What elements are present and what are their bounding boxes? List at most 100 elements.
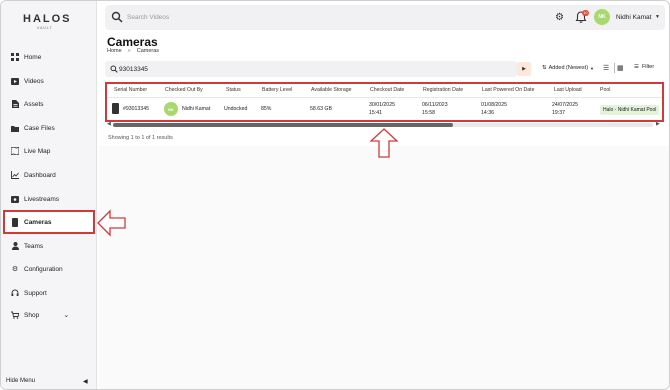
camera-search-box: [105, 61, 517, 77]
avatar: NK: [164, 102, 178, 116]
sidebar-item-live-map[interactable]: Live Map: [11, 142, 50, 160]
column-header-storage[interactable]: Available Storage: [311, 87, 352, 93]
sidebar-item-label: Live Map: [24, 147, 51, 155]
column-header-battery[interactable]: Battery Level: [262, 87, 292, 93]
column-header-checkout-date[interactable]: Checkout Date: [370, 87, 404, 93]
sort-label: Added (Newest): [548, 65, 589, 71]
column-header-status[interactable]: Status: [226, 87, 241, 93]
sidebar-item-shop[interactable]: Shop ⌄: [11, 306, 69, 324]
broadcast-icon: [11, 195, 19, 203]
sidebar-item-livestreams[interactable]: Livestreams: [11, 190, 59, 208]
headset-icon: [11, 289, 19, 297]
sidebar-item-home[interactable]: Home: [11, 48, 41, 66]
user-name[interactable]: Nidhi Kamat: [616, 14, 651, 21]
scroll-right-icon[interactable]: ▶: [656, 121, 660, 127]
scroll-left-icon[interactable]: ◀: [107, 121, 111, 127]
column-header-serial[interactable]: Serial Number: [114, 87, 147, 93]
brand-name: HALOS: [23, 13, 72, 25]
chevron-down-icon[interactable]: ⌄: [63, 311, 69, 319]
sidebar-item-label: Shop: [24, 311, 40, 319]
notification-badge: 10: [582, 10, 589, 16]
list-view-icon[interactable]: ☰: [603, 64, 609, 72]
video-icon: [11, 77, 19, 85]
column-header-last-powered[interactable]: Last Powered On Date: [482, 87, 534, 93]
cell-checkout-date: 30/01/2025: [369, 102, 395, 108]
empty-area: [99, 146, 669, 389]
gear-icon: ⚙: [11, 266, 19, 273]
filter-label: Filter: [641, 64, 655, 70]
map-icon: [11, 147, 19, 155]
cell-last-powered-date: 01/08/2025: [481, 102, 507, 108]
camera-device-icon: [11, 217, 19, 227]
cart-icon: [11, 311, 19, 319]
collapse-arrow-icon[interactable]: ◀: [83, 378, 88, 385]
cell-last-upload-time: 19:37: [552, 110, 565, 116]
sidebar-item-teams[interactable]: Teams: [11, 237, 43, 255]
header-divider: [107, 97, 662, 98]
sidebar-item-cameras[interactable]: Cameras: [3, 210, 95, 234]
sidebar-item-label: Case Files: [24, 124, 55, 132]
up-arrow-annotation: [370, 128, 398, 158]
app-window: HALOS VAULT Home Videos Assets Case File…: [0, 0, 670, 390]
sidebar-item-label: Configuration: [24, 265, 63, 273]
camera-device-icon: [112, 103, 119, 114]
camera-search-input[interactable]: [119, 64, 319, 74]
results-count: Showing 1 to 1 of 1 results: [108, 135, 173, 141]
search-icon: [110, 65, 118, 73]
sort-dropdown[interactable]: ⇅ Added (Newest) ▼: [542, 65, 594, 71]
user-avatar[interactable]: NK: [594, 9, 610, 25]
chart-icon: [11, 171, 19, 179]
filter-icon: ☰: [634, 64, 639, 70]
brand-sub: VAULT: [37, 26, 53, 30]
sidebar-item-label: Support: [24, 289, 47, 297]
breadcrumb-current: Cameras: [136, 48, 160, 54]
cell-serial[interactable]: #93013345: [123, 106, 149, 112]
global-search-input[interactable]: [127, 11, 327, 23]
sidebar-item-case-files[interactable]: Case Files: [11, 119, 55, 137]
chevron-down-icon[interactable]: ▼: [655, 14, 660, 20]
sidebar-item-label: Assets: [24, 100, 44, 108]
folder-icon: [11, 124, 19, 132]
sidebar-item-assets[interactable]: Assets: [11, 95, 44, 113]
page-title: Cameras: [107, 35, 158, 49]
brand-logo[interactable]: HALOS VAULT: [23, 13, 73, 35]
file-icon: [11, 100, 19, 108]
search-go-button[interactable]: ▶: [517, 62, 531, 76]
cell-storage: 58.63 GB: [310, 106, 332, 112]
cell-battery: 85%: [261, 106, 272, 112]
column-header-pool[interactable]: Pool: [600, 87, 610, 93]
sidebar-item-configuration[interactable]: ⚙ Configuration: [11, 260, 63, 278]
column-header-checked-out-by[interactable]: Checked Out By: [165, 87, 203, 93]
sidebar-item-label: Home: [24, 53, 42, 61]
grid-icon: [11, 53, 19, 61]
cell-checkout-time: 15:41: [369, 110, 382, 116]
breadcrumb-home[interactable]: Home: [107, 48, 122, 54]
sidebar-item-label: Livestreams: [24, 195, 60, 203]
cell-status: Undocked: [224, 106, 248, 112]
breadcrumb-separator: »: [127, 48, 131, 54]
sidebar-item-videos[interactable]: Videos: [11, 72, 44, 90]
grid-view-icon[interactable]: ▦: [617, 64, 624, 72]
person-icon: [11, 242, 19, 250]
chevron-down-icon: ▼: [590, 65, 595, 71]
cell-last-upload-date: 24/07/2025: [552, 102, 578, 108]
column-header-last-upload[interactable]: Last Upload: [554, 87, 582, 93]
sidebar: HALOS VAULT Home Videos Assets Case File…: [1, 1, 97, 389]
settings-gear-icon[interactable]: ⚙: [555, 12, 566, 23]
filter-button[interactable]: ☰ Filter: [634, 64, 654, 70]
column-header-registration-date[interactable]: Registration Date: [423, 87, 463, 93]
scrollbar-thumb[interactable]: [113, 123, 453, 127]
cell-registration-time: 15:58: [422, 110, 435, 116]
sidebar-item-support[interactable]: Support: [11, 284, 47, 302]
sidebar-item-label: Dashboard: [24, 171, 56, 179]
sidebar-item-label: Teams: [24, 242, 44, 250]
search-icon: [111, 11, 123, 23]
left-arrow-annotation: [97, 209, 126, 237]
breadcrumb: Home » Cameras: [107, 48, 159, 54]
view-divider: [614, 63, 615, 73]
sidebar-item-dashboard[interactable]: Dashboard: [11, 166, 56, 184]
hide-menu-button[interactable]: Hide Menu: [6, 378, 35, 384]
cell-registration-date: 06/11/2023: [422, 102, 448, 108]
cell-last-powered-time: 14:36: [481, 110, 494, 116]
pool-badge: Halo - Nidhi Kamat Pool: [600, 105, 660, 115]
